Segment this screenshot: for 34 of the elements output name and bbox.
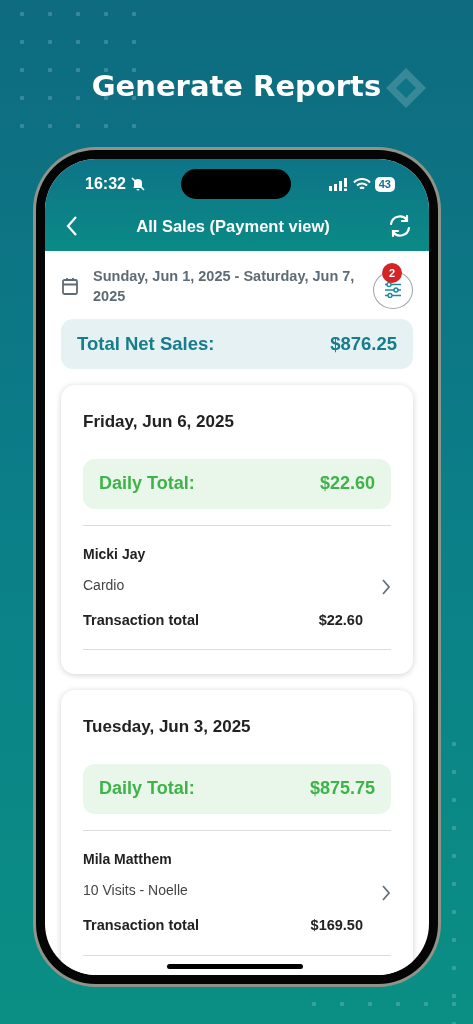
headline: Generate Reports [91,68,382,104]
daily-total-value: $22.60 [319,472,375,495]
transaction-total-label: Transaction total [83,610,200,630]
service-description: 10 Visits - Noelle [83,880,189,900]
daily-total-label: Daily Total: [99,472,195,495]
refresh-button[interactable] [387,213,413,239]
bell-slash-icon [129,176,146,192]
total-value: $876.25 [330,332,397,357]
client-name: Micki Jay [83,544,147,564]
chevron-right-icon [381,883,391,902]
daily-total-value: $875.75 [309,777,375,801]
total-label: Total Net Sales: [77,332,215,357]
client-name: Mila Matthem [83,849,173,869]
day-date: Tuesday, Jun 3, 2025 [83,716,252,739]
sliders-icon [384,282,402,298]
status-time: 16:32 [85,174,126,194]
chevron-right-icon [381,578,391,597]
transaction-row[interactable]: Micki Jay Cardio Transaction total $22.60 [83,524,391,632]
wifi-icon [352,177,371,191]
screen-title: All Sales (Payment view) [136,215,330,237]
transaction-total-value: $22.60 [318,610,363,630]
battery-level: 43 [374,176,395,192]
daily-total-label: Daily Total: [99,777,195,801]
service-description: Cardio [83,575,126,595]
day-date: Friday, Jun 6, 2025 [83,411,235,433]
back-button[interactable] [65,215,79,237]
signal-icon [328,177,349,191]
transaction-total-label: Transaction total [83,915,200,935]
calendar-icon [61,276,79,296]
transaction-row[interactable]: Mila Matthem 10 Visits - Noelle Transaction total $169.50 [83,829,391,937]
diamond-icon [384,66,428,110]
filter-count-badge: 2 [382,263,402,283]
date-range[interactable]: Sunday, Jun 1, 2025 - Saturday, Jun 7, 2025 [93,266,359,306]
transaction-total-value: $169.50 [310,915,363,935]
